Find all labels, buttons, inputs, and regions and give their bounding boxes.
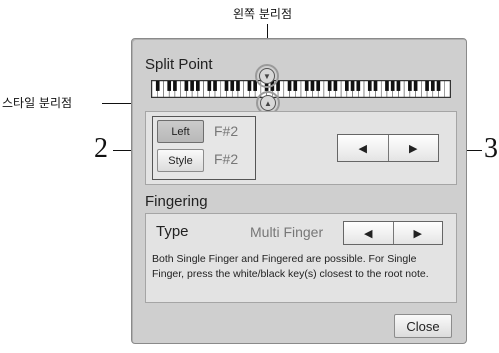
callout-number-2: 2	[94, 133, 108, 164]
black-key	[345, 81, 349, 91]
black-key	[173, 81, 177, 91]
black-key	[430, 81, 435, 91]
black-key	[224, 81, 229, 91]
left-split-marker-icon[interactable]: ▼	[259, 68, 275, 84]
black-key	[356, 81, 361, 91]
style-split-point-callout: 스타일 분리점	[2, 96, 73, 110]
black-key	[390, 81, 395, 91]
black-key	[396, 81, 401, 91]
black-key	[184, 81, 189, 91]
black-key	[287, 81, 292, 91]
arrow-right-icon: ▶	[413, 227, 422, 240]
callout-number-3: 3	[484, 133, 498, 164]
black-key	[385, 81, 389, 91]
black-key	[167, 81, 172, 91]
black-key	[425, 81, 429, 91]
type-value: Multi Finger	[250, 224, 324, 240]
style-value: F#2	[214, 151, 239, 167]
white-key	[444, 81, 450, 97]
black-key	[304, 81, 309, 91]
arrow-left-icon: ◀	[364, 227, 373, 240]
black-key	[436, 81, 441, 91]
left-button[interactable]: Left	[157, 120, 204, 143]
fingering-description: Both Single Finger and Fingered are poss…	[152, 253, 429, 280]
left-split-point-callout: 왼쪽 분리점	[233, 7, 293, 21]
split-point-title: Split Point	[145, 56, 213, 73]
style-split-marker-icon[interactable]: ▲	[260, 95, 276, 111]
black-key	[236, 81, 240, 91]
type-next-button[interactable]: ▶	[392, 222, 442, 244]
black-key	[230, 81, 235, 91]
black-key	[207, 81, 212, 91]
type-arrow-buttons: ◀ ▶	[343, 221, 443, 245]
split-increase-button[interactable]: ▶	[387, 135, 438, 161]
arrow-right-icon: ▶	[409, 142, 418, 155]
left-value: F#2	[214, 123, 239, 139]
close-button[interactable]: Close	[394, 314, 452, 338]
black-key	[350, 81, 355, 91]
black-key	[333, 81, 338, 91]
type-label: Type	[156, 223, 189, 240]
split-decrease-button[interactable]: ◀	[338, 135, 388, 161]
style-button[interactable]: Style	[157, 149, 204, 172]
black-key	[190, 81, 194, 91]
split-arrow-buttons: ◀ ▶	[337, 134, 439, 162]
black-key	[155, 81, 160, 91]
black-key	[413, 81, 418, 91]
black-key	[213, 81, 217, 91]
black-key	[408, 81, 412, 91]
black-key	[247, 81, 252, 91]
black-key	[293, 81, 298, 91]
black-key	[310, 81, 315, 91]
black-key	[196, 81, 200, 91]
keyboard-range	[151, 80, 451, 98]
type-previous-button[interactable]: ◀	[344, 222, 393, 244]
black-key	[373, 81, 378, 91]
black-key	[316, 81, 321, 91]
fingering-title: Fingering	[145, 193, 208, 210]
black-key	[367, 81, 372, 91]
black-key	[327, 81, 332, 91]
arrow-left-icon: ◀	[358, 142, 367, 155]
